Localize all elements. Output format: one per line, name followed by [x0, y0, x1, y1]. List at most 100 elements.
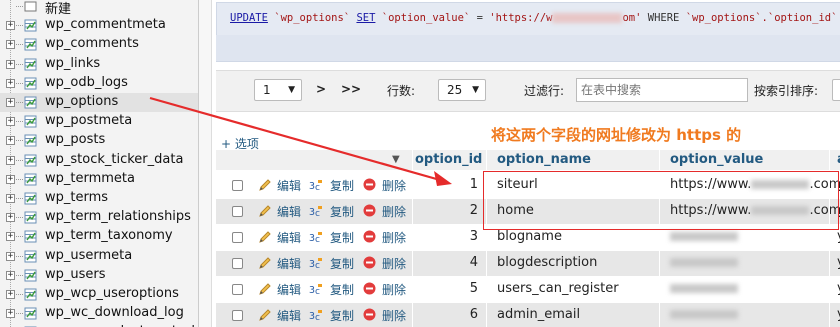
expand-icon[interactable]: +: [6, 155, 15, 165]
expand-icon[interactable]: +: [6, 98, 15, 107]
cell-option-id[interactable]: 1: [426, 177, 478, 192]
delete-button[interactable]: 删除: [382, 203, 406, 220]
delete-icon[interactable]: [363, 282, 376, 295]
sidebar-item-wp_usermeta[interactable]: + wp_usermeta: [0, 247, 198, 266]
copy-icon[interactable]: 3c: [309, 204, 323, 218]
pencil-icon[interactable]: [258, 178, 272, 192]
row-checkbox[interactable]: [232, 258, 243, 269]
expand-icon[interactable]: +: [6, 290, 15, 299]
cell-option-id[interactable]: 3: [426, 229, 478, 244]
cell-option-value[interactable]: [670, 281, 738, 296]
expand-icon[interactable]: +: [6, 309, 15, 319]
delete-button[interactable]: 删除: [382, 281, 406, 298]
copy-icon[interactable]: 3c: [309, 282, 323, 296]
copy-button[interactable]: 复制: [330, 281, 354, 298]
header-option-id[interactable]: option_id: [415, 150, 482, 170]
sidebar-splitter[interactable]: [199, 0, 212, 327]
delete-icon[interactable]: [363, 256, 376, 269]
sidebar-item-wp_odb_logs[interactable]: + wp_odb_logs: [0, 74, 198, 93]
cell-option-name[interactable]: users_can_register: [497, 281, 619, 296]
cell-option-id[interactable]: 4: [426, 255, 478, 270]
copy-button[interactable]: 复制: [330, 203, 354, 220]
sidebar-item-wp_wc_product_meta_lo[interactable]: +wp_wc_product_meta_lo: [0, 323, 198, 327]
header-option-value[interactable]: option_value: [670, 150, 763, 170]
sidebar-item-wp_stock_ticker_data[interactable]: + wp_stock_ticker_data: [0, 151, 198, 170]
edit-button[interactable]: 编辑: [277, 229, 301, 246]
expand-icon[interactable]: +: [6, 194, 15, 203]
expand-icon[interactable]: +: [6, 40, 15, 50]
row-checkbox[interactable]: [232, 206, 243, 217]
copy-icon[interactable]: 3c: [309, 256, 323, 270]
expand-icon[interactable]: +: [6, 174, 15, 184]
pencil-icon[interactable]: [258, 282, 272, 296]
edit-button[interactable]: 编辑: [277, 281, 301, 298]
row-checkbox[interactable]: [232, 180, 243, 191]
expand-icon[interactable]: +: [6, 78, 15, 88]
next-page-button[interactable]: >: [316, 82, 326, 96]
sidebar-item-wp_comments[interactable]: + wp_comments: [0, 35, 198, 54]
sort-dropdown-icon[interactable]: ▼: [392, 150, 400, 170]
sidebar-item-wp_term_taxonomy[interactable]: + wp_term_taxonomy: [0, 227, 198, 246]
page-select[interactable]: 1 ▼: [254, 79, 302, 101]
copy-button[interactable]: 复制: [330, 177, 354, 194]
cell-option-name[interactable]: blogdescription: [497, 255, 597, 270]
cell-option-value[interactable]: [670, 229, 738, 244]
expand-icon[interactable]: +: [6, 136, 15, 146]
cell-option-id[interactable]: 5: [426, 281, 478, 296]
last-page-button[interactable]: >>: [341, 82, 361, 96]
copy-button[interactable]: 复制: [330, 229, 354, 246]
filter-input[interactable]: [576, 78, 748, 102]
expand-icon[interactable]: +: [6, 59, 15, 69]
delete-icon[interactable]: [363, 308, 376, 321]
delete-button[interactable]: 删除: [382, 229, 406, 246]
expand-icon[interactable]: +: [6, 251, 15, 261]
header-option-name[interactable]: option_name: [497, 150, 591, 170]
delete-button[interactable]: 删除: [382, 255, 406, 272]
edit-button[interactable]: 编辑: [277, 307, 301, 324]
expand-icon[interactable]: +: [6, 21, 15, 31]
sidebar-item-wp_terms[interactable]: + wp_terms: [0, 189, 198, 208]
cell-option-value[interactable]: [670, 307, 738, 322]
sidebar-item-wp_commentmeta[interactable]: + wp_commentmeta: [0, 16, 198, 35]
copy-icon[interactable]: 3c: [309, 230, 323, 244]
delete-icon[interactable]: [363, 230, 376, 243]
sidebar-item-wp_links[interactable]: + wp_links: [0, 55, 198, 74]
cell-option-id[interactable]: 2: [426, 203, 478, 218]
copy-icon[interactable]: 3c: [309, 308, 323, 322]
cell-option-name[interactable]: blogname: [497, 229, 562, 244]
sidebar-item-wp_options[interactable]: + wp_options: [0, 93, 198, 112]
sidebar-item-wp_users[interactable]: + wp_users: [0, 266, 198, 285]
pencil-icon[interactable]: [258, 230, 272, 244]
delete-icon[interactable]: [363, 178, 376, 191]
delete-button[interactable]: 删除: [382, 177, 406, 194]
edit-button[interactable]: 编辑: [277, 255, 301, 272]
sql-keyword-set[interactable]: SET: [356, 12, 375, 24]
sidebar-item-wp_wc_download_log[interactable]: + wp_wc_download_log: [0, 304, 198, 323]
copy-button[interactable]: 复制: [330, 307, 354, 324]
delete-icon[interactable]: [363, 204, 376, 217]
cell-option-name[interactable]: admin_email: [497, 307, 580, 322]
sidebar-item-新建[interactable]: 新建: [0, 0, 198, 17]
sidebar-item-wp_postmeta[interactable]: + wp_postmeta: [0, 112, 198, 131]
cell-option-id[interactable]: 6: [426, 307, 478, 322]
expand-icon[interactable]: +: [6, 270, 15, 280]
edit-button[interactable]: 编辑: [277, 177, 301, 194]
pencil-icon[interactable]: [258, 256, 272, 270]
row-checkbox[interactable]: [232, 284, 243, 295]
sidebar-item-wp_posts[interactable]: + wp_posts: [0, 131, 198, 150]
sidebar-item-wp_wcp_useroptions[interactable]: + wp_wcp_useroptions: [0, 285, 198, 304]
row-checkbox[interactable]: [232, 310, 243, 321]
sidebar-item-wp_termmeta[interactable]: + wp_termmeta: [0, 170, 198, 189]
sort-select[interactable]: [832, 79, 840, 101]
sidebar-item-wp_term_relationships[interactable]: + wp_term_relationships: [0, 208, 198, 227]
sql-keyword-update[interactable]: UPDATE: [230, 12, 268, 24]
cell-option-value[interactable]: [670, 255, 738, 270]
copy-button[interactable]: 复制: [330, 255, 354, 272]
edit-button[interactable]: 编辑: [277, 203, 301, 220]
expand-icon[interactable]: +: [6, 117, 15, 127]
expand-icon[interactable]: +: [6, 232, 15, 242]
expand-icon[interactable]: +: [6, 213, 15, 223]
rows-select[interactable]: 25 ▼: [438, 79, 486, 101]
row-checkbox[interactable]: [232, 232, 243, 243]
pencil-icon[interactable]: [258, 204, 272, 218]
